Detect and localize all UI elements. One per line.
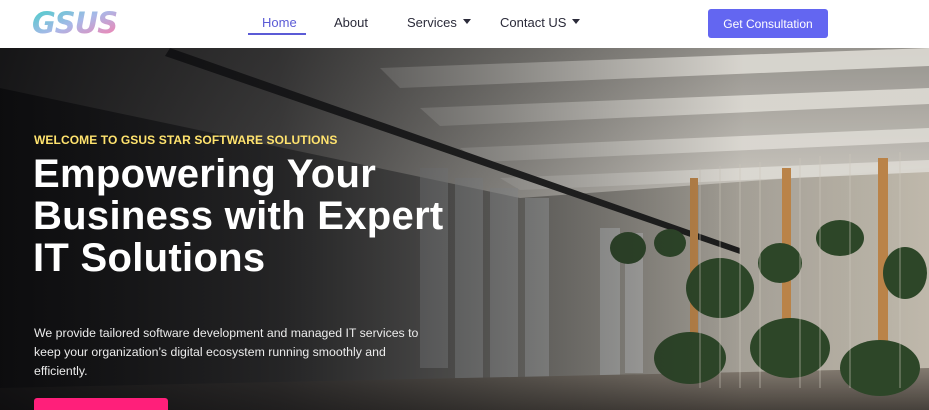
nav-home-label: Home <box>262 15 297 30</box>
nav-contact[interactable]: Contact US <box>500 15 581 31</box>
nav-services[interactable]: Services <box>407 15 471 31</box>
get-consultation-button[interactable]: Get Consultation <box>708 9 828 38</box>
site-header: GSUS Home About Services Contact US Get … <box>0 0 929 48</box>
caret-down-icon <box>462 19 471 25</box>
hero-description: We provide tailored software development… <box>34 326 419 378</box>
nav-about[interactable]: About <box>334 15 368 31</box>
caret-down-icon <box>572 19 581 25</box>
hero-kicker: WELCOME TO GSUS STAR SOFTWARE SOLUTIONS <box>34 133 338 147</box>
active-nav-indicator <box>248 33 306 35</box>
hero-section: WELCOME TO GSUS STAR SOFTWARE SOLUTIONS … <box>0 48 929 410</box>
nav-about-label: About <box>334 15 368 30</box>
get-consultation-label: Get Consultation <box>723 16 813 31</box>
hero-cta-button[interactable] <box>34 398 168 410</box>
gsus-logo[interactable]: GSUS <box>30 7 130 39</box>
nav-contact-label: Contact US <box>500 15 567 30</box>
hero-title: Empowering Your Business with Expert IT … <box>33 152 444 280</box>
logo-lettering: GSUS <box>32 7 117 39</box>
nav-services-label: Services <box>407 15 457 30</box>
nav-home[interactable]: Home <box>262 15 297 31</box>
